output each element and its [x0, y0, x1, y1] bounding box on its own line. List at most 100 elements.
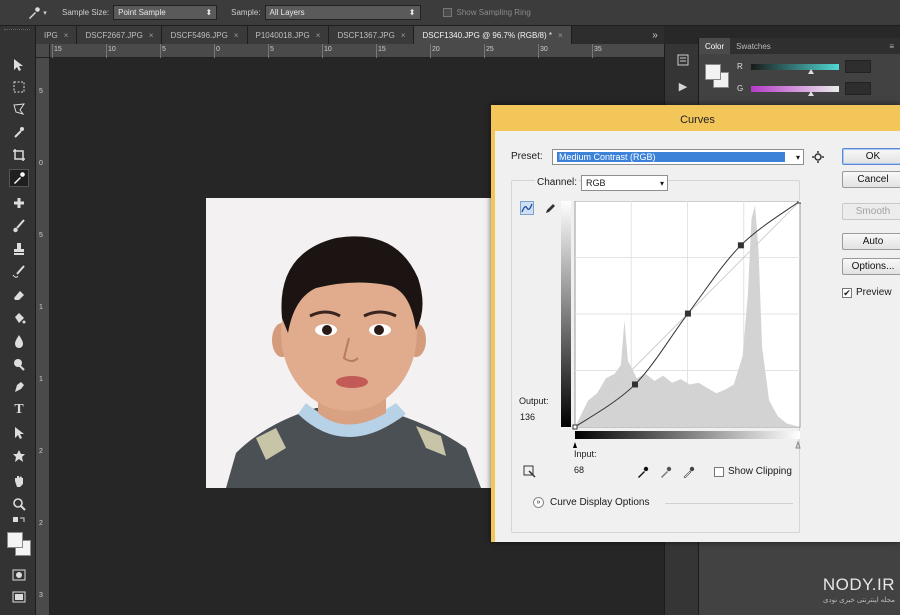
panel-grip[interactable]: [4, 29, 30, 33]
ruler-tick-label: 1: [39, 376, 43, 383]
close-tab-icon[interactable]: ×: [558, 31, 563, 40]
preview-checkbox[interactable]: ✔: [842, 288, 852, 298]
pen-tool-icon[interactable]: [9, 378, 29, 396]
on-image-adjust-icon[interactable]: [522, 464, 536, 478]
eyedropper-tool-icon[interactable]: [9, 169, 29, 187]
close-tab-icon[interactable]: ×: [64, 31, 69, 40]
color-panel-tabs: Color Swatches ≡: [699, 38, 900, 54]
expand-display-options-icon[interactable]: »: [533, 497, 544, 508]
options-button[interactable]: Options...: [842, 258, 900, 275]
show-clipping-checkbox[interactable]: [714, 467, 724, 477]
screen-mode-icon[interactable]: [9, 588, 29, 606]
sample-select[interactable]: All Layers ⬍: [264, 5, 421, 20]
curve-control-point[interactable]: [737, 242, 744, 249]
dodge-tool-icon[interactable]: [9, 355, 29, 373]
curve-points-tool-icon[interactable]: [520, 201, 534, 215]
quick-mask-icon[interactable]: [9, 566, 29, 584]
crop-tool-icon[interactable]: [9, 146, 29, 164]
show-sampling-ring-checkbox[interactable]: [442, 8, 452, 17]
output-value[interactable]: 136: [520, 412, 535, 422]
pencil-draw-icon[interactable]: [543, 201, 557, 215]
green-slider[interactable]: [751, 86, 839, 92]
close-tab-icon[interactable]: ×: [234, 31, 239, 40]
quick-selection-tool-icon[interactable]: [9, 123, 29, 141]
red-slider-thumb[interactable]: [807, 69, 814, 74]
document-tab[interactable]: IPG ×: [36, 26, 78, 44]
swap-colors-icon[interactable]: [9, 516, 29, 528]
curve-display-options-label[interactable]: Curve Display Options: [550, 497, 649, 508]
ruler-origin[interactable]: [36, 44, 50, 58]
foreground-color-swatch[interactable]: [7, 532, 23, 548]
document-tab[interactable]: P1040018.JPG ×: [247, 26, 330, 44]
channel-select[interactable]: RGB ▾: [581, 175, 668, 191]
preset-select[interactable]: Medium Contrast (RGB) ▾: [552, 149, 804, 165]
healing-brush-tool-icon[interactable]: [9, 194, 29, 212]
shape-tool-icon[interactable]: [9, 447, 29, 465]
horizontal-ruler[interactable]: 15 10 5 0 5 10 15 20 25 30 35: [50, 44, 664, 58]
white-eyedropper-icon[interactable]: [682, 465, 696, 479]
brush-tool-icon[interactable]: [9, 217, 29, 235]
sample-size-select[interactable]: Point Sample ⬍: [113, 5, 218, 20]
gray-eyedropper-icon[interactable]: [659, 465, 673, 479]
type-tool-icon[interactable]: T: [9, 401, 29, 419]
close-tab-icon[interactable]: ×: [149, 31, 154, 40]
tab-swatches[interactable]: Swatches: [730, 38, 777, 54]
panel-color-swatches[interactable]: [705, 64, 731, 90]
curves-dialog-body: Preset: Medium Contrast (RGB) ▾ OK Cance…: [495, 131, 900, 542]
marquee-tool-icon[interactable]: [9, 78, 29, 96]
auto-button[interactable]: Auto: [842, 233, 900, 250]
black-eyedropper-icon[interactable]: [636, 465, 650, 479]
vertical-ruler[interactable]: 5 0 5 1 1 2 2 3: [36, 58, 50, 615]
curve-graph[interactable]: [561, 201, 801, 449]
blur-tool-icon[interactable]: [9, 332, 29, 350]
panel-menu-icon[interactable]: ≡: [889, 42, 900, 51]
zoom-tool-icon[interactable]: [9, 495, 29, 513]
close-tab-icon[interactable]: ×: [316, 31, 321, 40]
paint-bucket-tool-icon[interactable]: [9, 309, 29, 327]
chevron-down-icon: ▾: [659, 179, 664, 188]
cancel-button[interactable]: Cancel: [842, 171, 900, 188]
tab-color[interactable]: Color: [699, 38, 731, 54]
curve-control-point[interactable]: [797, 201, 801, 204]
green-slider-thumb[interactable]: [807, 91, 814, 96]
eyedropper-tool-icon[interactable]: ▾: [26, 4, 48, 22]
history-brush-tool-icon[interactable]: [9, 263, 29, 281]
ruler-tick-label: 2: [39, 448, 43, 455]
watermark-subtitle: مجله اینترنتی خبری نودی: [823, 597, 895, 604]
input-value[interactable]: 68: [574, 465, 584, 475]
black-point-slider[interactable]: [573, 442, 577, 448]
white-point-slider[interactable]: [795, 440, 801, 449]
tabs-overflow-button[interactable]: »: [646, 26, 664, 44]
document-tab[interactable]: DSCF1340.JPG @ 96.7% (RGB/8) * ×: [414, 26, 572, 44]
preset-label: Preset:: [511, 151, 543, 162]
move-tool-icon[interactable]: [9, 56, 29, 74]
eraser-tool-icon[interactable]: [9, 286, 29, 304]
path-selection-tool-icon[interactable]: [9, 424, 29, 442]
foreground-color-swatch[interactable]: [705, 64, 721, 80]
curve-control-point[interactable]: [684, 310, 691, 317]
document-photo[interactable]: [206, 198, 496, 488]
color-swatches[interactable]: [7, 532, 33, 558]
lasso-tool-icon[interactable]: [9, 100, 29, 118]
curves-dialog-title[interactable]: Curves: [495, 109, 900, 131]
preset-gear-icon[interactable]: [811, 150, 825, 164]
close-tab-icon[interactable]: ×: [401, 31, 406, 40]
smooth-button[interactable]: Smooth: [842, 203, 900, 220]
document-tab[interactable]: DSCF2667.JPG ×: [77, 26, 163, 44]
ruler-tick-label: 0: [39, 160, 43, 167]
curve-control-point[interactable]: [572, 424, 578, 430]
history-panel-icon[interactable]: [674, 52, 692, 68]
curve-control-point[interactable]: [632, 381, 638, 388]
green-value-input[interactable]: [845, 82, 871, 95]
hand-tool-icon[interactable]: [9, 472, 29, 490]
clone-stamp-tool-icon[interactable]: [9, 240, 29, 258]
ok-button[interactable]: OK: [842, 148, 900, 165]
actions-play-icon[interactable]: ▶: [674, 78, 692, 94]
red-value-input[interactable]: [845, 60, 871, 73]
ruler-tick-label: 0: [216, 46, 220, 53]
document-tab[interactable]: DSCF1367.JPG ×: [329, 26, 415, 44]
document-tab[interactable]: DSCF5496.JPG ×: [162, 26, 248, 44]
ruler-tick-label: 20: [432, 46, 440, 53]
document-tab-label: DSCF5496.JPG: [170, 30, 228, 40]
red-slider[interactable]: [751, 64, 839, 70]
